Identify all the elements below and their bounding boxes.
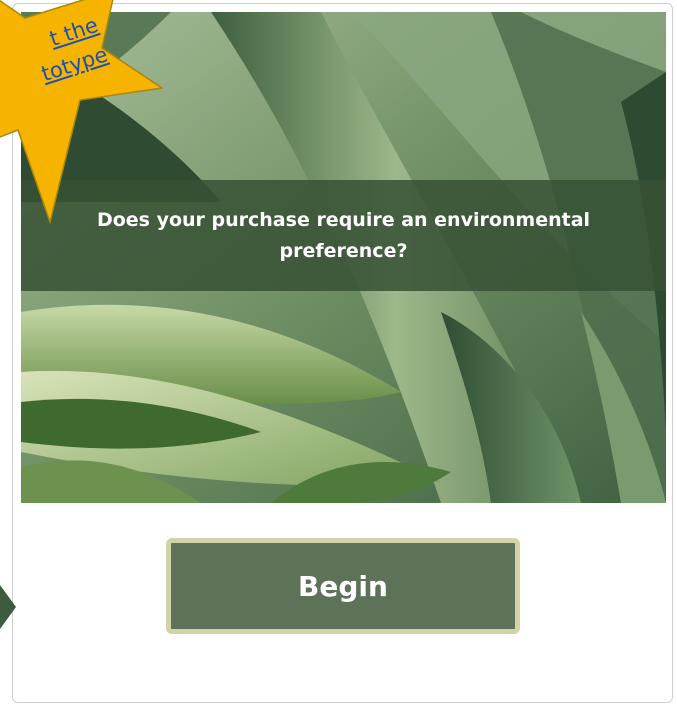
triangle-arrow-left-icon[interactable] (0, 585, 16, 629)
page: Does your purchase require an environmen… (0, 0, 677, 706)
begin-button[interactable]: Begin (166, 538, 520, 634)
